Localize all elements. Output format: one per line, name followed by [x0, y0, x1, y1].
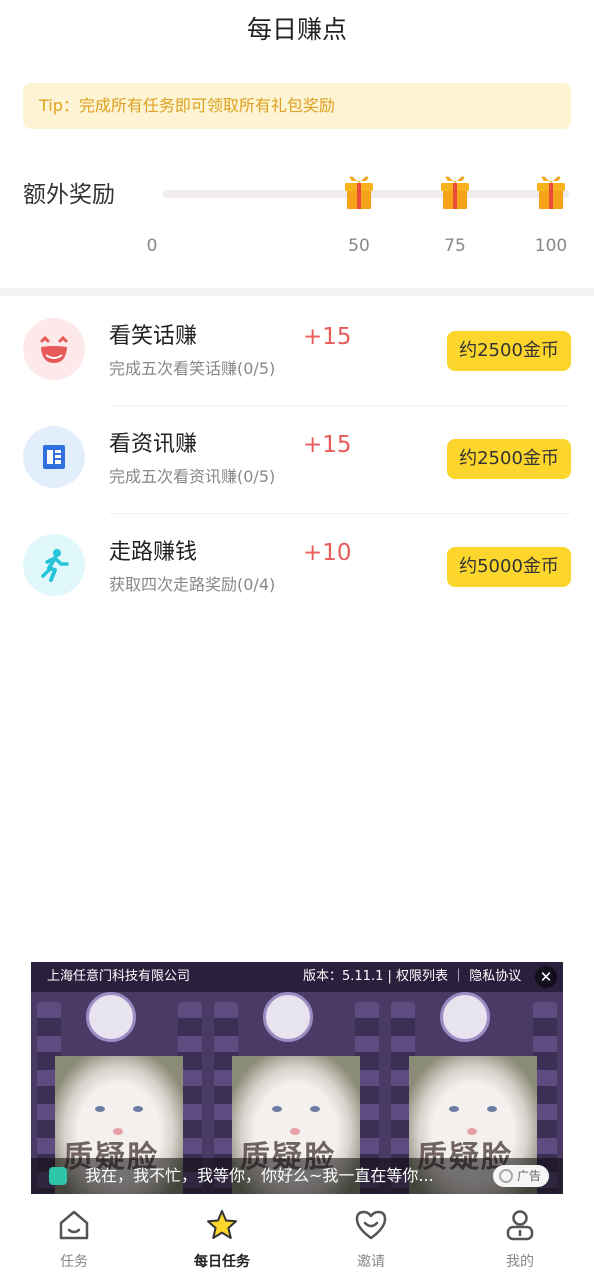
ad-banner[interactable]: 质疑脸 质疑脸 质疑脸 上海任意门科技有限公司 版本：5.11.1 | 权限列表…: [31, 962, 563, 1194]
laughing-face-icon: [23, 318, 85, 380]
reward-button[interactable]: 约2500金币: [447, 331, 571, 371]
cat-nose: [290, 1128, 300, 1135]
avatar: [440, 992, 490, 1042]
star-icon: [207, 1210, 237, 1239]
tab-profile[interactable]: 我的: [446, 1198, 594, 1280]
cat-eye: [310, 1106, 320, 1112]
ad-badge: 广告: [493, 1165, 549, 1187]
task-name: 走路赚钱: [109, 540, 198, 565]
avatar: [263, 992, 313, 1042]
bottom-tab-bar: 任务 每日任务 邀请 我的: [0, 1198, 594, 1280]
avatar: [86, 992, 136, 1042]
cat-nose: [467, 1128, 477, 1135]
cat-eye: [449, 1106, 459, 1112]
task-row-jokes[interactable]: 看笑话赚 完成五次看笑话赚(0/5) +15 约2500金币: [0, 298, 594, 406]
tab-label: 邀请: [357, 1254, 385, 1270]
gift-icon[interactable]: [439, 175, 471, 211]
cat-nose: [113, 1128, 123, 1135]
ad-company: 上海任意门科技有限公司: [47, 969, 191, 984]
bonus-tick-label: 0: [146, 236, 158, 256]
heart-smile-icon: [355, 1210, 387, 1240]
tip-banner: Tip：完成所有任务即可领取所有礼包奖励: [23, 83, 571, 129]
ad-caption: 我在，我不忙，我等你，你好么~我一直在等你...: [85, 1166, 434, 1185]
cat-eye: [487, 1106, 497, 1112]
reward-button[interactable]: 约2500金币: [447, 439, 571, 479]
section-divider: [0, 288, 594, 296]
profile-icon: [506, 1210, 534, 1241]
task-row-news[interactable]: 看资讯赚 完成五次看资讯赚(0/5) +15 约2500金币: [0, 406, 594, 514]
bonus-tick-label: 75: [444, 236, 466, 256]
tab-label: 我的: [506, 1254, 534, 1270]
task-name: 看资讯赚: [109, 432, 198, 457]
task-desc: 完成五次看资讯赚(0/5): [109, 467, 276, 486]
task-points: +10: [303, 540, 352, 566]
tab-tasks[interactable]: 任务: [0, 1198, 148, 1280]
reward-button[interactable]: 约5000金币: [447, 547, 571, 587]
bonus-tick-label: 100: [534, 236, 568, 256]
home-icon: [59, 1210, 89, 1240]
bonus-label: 额外奖励: [23, 182, 115, 208]
task-row-walking[interactable]: 走路赚钱 获取四次走路奖励(0/4) +10 约5000金币: [0, 514, 594, 622]
walking-icon: [23, 534, 85, 596]
page-title: 每日赚点: [246, 15, 347, 44]
gift-icon[interactable]: [343, 175, 375, 211]
tab-label: 每日任务: [194, 1254, 250, 1270]
ad-caption-bar: 我在，我不忙，我等你，你好么~我一直在等你... 广告: [31, 1158, 563, 1194]
ad-info-bar: 上海任意门科技有限公司 版本：5.11.1 | 权限列表 ｜ 隐私协议: [31, 962, 563, 992]
tab-label: 任务: [60, 1254, 88, 1270]
ad-badge-icon: [499, 1169, 513, 1183]
tab-invite[interactable]: 邀请: [297, 1198, 445, 1280]
gift-icon[interactable]: [535, 175, 567, 211]
cat-eye: [272, 1106, 282, 1112]
ad-version-links[interactable]: 版本：5.11.1 | 权限列表 ｜ 隐私协议: [303, 962, 521, 992]
ad-badge-label: 广告: [516, 1169, 541, 1183]
news-icon: [23, 426, 85, 488]
task-points: +15: [303, 324, 352, 350]
bonus-tick-label: 50: [348, 236, 370, 256]
cat-eye: [133, 1106, 143, 1112]
task-desc: 完成五次看笑话赚(0/5): [109, 359, 276, 378]
task-desc: 获取四次走路奖励(0/4): [109, 575, 276, 594]
tab-daily-tasks[interactable]: 每日任务: [148, 1198, 296, 1280]
app-logo-icon: [49, 1167, 67, 1185]
task-points: +15: [303, 432, 352, 458]
cat-eye: [95, 1106, 105, 1112]
close-icon[interactable]: ✕: [535, 966, 557, 988]
task-name: 看笑话赚: [109, 324, 198, 349]
